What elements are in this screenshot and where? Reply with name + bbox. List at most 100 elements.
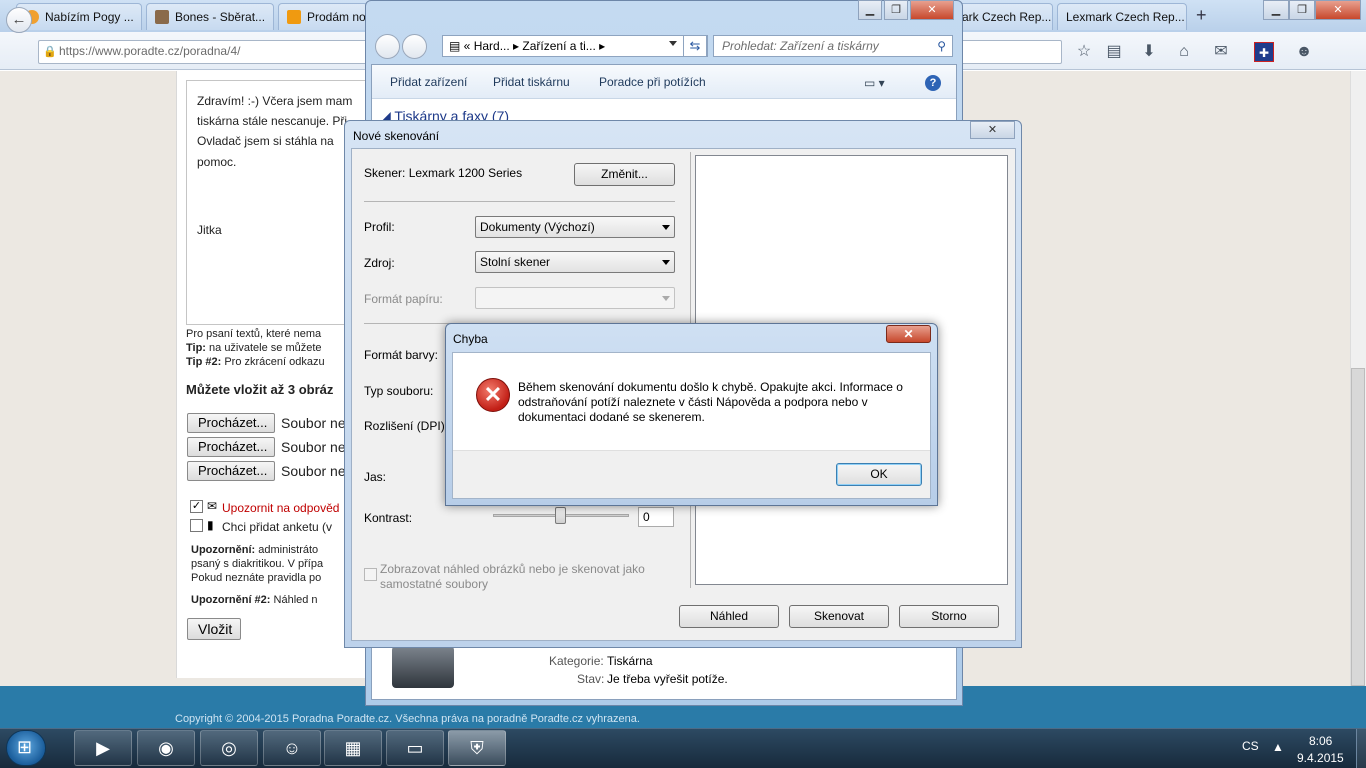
help-icon[interactable]: ? bbox=[925, 75, 941, 91]
scan-button[interactable]: Skenovat bbox=[789, 605, 889, 628]
cancel-button[interactable]: Storno bbox=[899, 605, 999, 628]
tray-expand-icon[interactable]: ▲ bbox=[1272, 740, 1284, 754]
minimize-button[interactable]: ▁ bbox=[1263, 0, 1289, 20]
no-file-label: Soubor ne bbox=[281, 463, 346, 479]
color-format-label: Formát barvy: bbox=[364, 348, 439, 362]
submit-button[interactable]: Vložit bbox=[187, 618, 241, 640]
preview-button[interactable]: Náhled bbox=[679, 605, 779, 628]
contacts-icon[interactable]: ☺ bbox=[263, 730, 321, 766]
uk-flag-icon[interactable]: ✚ bbox=[1254, 42, 1274, 62]
mail-icon[interactable]: ✉ bbox=[1211, 42, 1231, 62]
warning-text: Upozornění: administráto bbox=[191, 544, 319, 556]
add-printer-command[interactable]: Přidat tiskárnu bbox=[493, 75, 570, 89]
troubleshoot-command[interactable]: Poradce při potížích bbox=[599, 75, 706, 89]
clock-date[interactable]: 9.4.2015 bbox=[1297, 751, 1344, 765]
browse-button[interactable]: Procházet... bbox=[187, 413, 275, 433]
start-button[interactable]: ⊞ bbox=[6, 730, 46, 766]
scanner-label: Skener: Lexmark 1200 Series bbox=[364, 166, 523, 180]
error-close-button[interactable]: ✕ bbox=[886, 325, 931, 343]
explorer-minimize-button[interactable]: ▁ bbox=[858, 0, 882, 20]
show-desktop-button[interactable] bbox=[1356, 729, 1366, 768]
error-dialog-title: Chyba bbox=[453, 332, 488, 346]
state-label: Stav: bbox=[577, 672, 605, 686]
chrome-icon[interactable]: ◎ bbox=[200, 730, 258, 766]
scan-dialog-title: Nové skenování bbox=[353, 129, 440, 143]
explorer-search-input[interactable]: Prohledat: Zařízení a tiskárny ⚲ bbox=[713, 35, 953, 57]
footer-copyright: Copyright © 2004-2015 Poradna Poradte.cz… bbox=[175, 713, 640, 725]
envelope-icon: ✉ bbox=[207, 499, 218, 513]
download-icon[interactable]: ⬇ bbox=[1139, 42, 1159, 62]
clock-time[interactable]: 8:06 bbox=[1309, 734, 1332, 748]
explorer-address-bar[interactable]: ▤ « Hard... ▸ Zařízení a ti... ▸ bbox=[442, 35, 708, 57]
profile-select[interactable]: Dokumenty (Výchozí) bbox=[475, 216, 675, 238]
paper-format-select[interactable] bbox=[475, 287, 675, 309]
chevron-down-icon[interactable] bbox=[669, 41, 677, 46]
home-icon[interactable]: ⌂ bbox=[1174, 42, 1194, 62]
file-type-label: Typ souboru: bbox=[364, 384, 434, 398]
preview-files-label: Zobrazovat náhled obrázků nebo je skenov… bbox=[380, 562, 645, 591]
explorer-close-button[interactable]: ✕ bbox=[910, 0, 954, 20]
file-explorer-icon[interactable]: ▭ bbox=[386, 730, 444, 766]
contrast-slider-thumb[interactable] bbox=[555, 507, 566, 524]
source-select[interactable]: Stolní skener bbox=[475, 251, 675, 273]
view-options-icon[interactable]: ▭ ▾ bbox=[864, 76, 885, 90]
ok-button[interactable]: OK bbox=[836, 463, 922, 486]
contrast-value-input[interactable]: 0 bbox=[638, 507, 674, 527]
windows-fax-scan-icon[interactable]: ⛨ bbox=[448, 730, 506, 766]
explorer-forward-button[interactable] bbox=[402, 34, 427, 59]
profile-label: Profil: bbox=[364, 220, 395, 234]
explorer-maximize-button[interactable]: ❐ bbox=[884, 0, 908, 20]
browser-tab[interactable]: Bones - Sběrat... bbox=[146, 3, 274, 30]
close-window-button[interactable]: ✕ bbox=[1315, 0, 1361, 20]
tip2-text: Tip #2: Pro zkrácení odkazu bbox=[186, 356, 325, 368]
warning2-text: Upozornění #2: Náhled n bbox=[191, 594, 318, 606]
site-favicon bbox=[155, 10, 169, 24]
control-panel-icon[interactable]: ▦ bbox=[324, 730, 382, 766]
browser-tab[interactable]: Nabízím Pogy ... bbox=[16, 3, 142, 30]
add-device-command[interactable]: Přidat zařízení bbox=[390, 75, 467, 89]
media-player-icon[interactable]: ▶ bbox=[74, 730, 132, 766]
preview-files-checkbox[interactable] bbox=[364, 568, 377, 581]
contrast-label: Kontrast: bbox=[364, 511, 413, 525]
change-scanner-button[interactable]: Změnit... bbox=[574, 163, 675, 186]
browser-tab[interactable]: Lexmark Czech Rep... bbox=[1057, 3, 1187, 30]
browse-button[interactable]: Procházet... bbox=[187, 461, 275, 481]
hint-text: Pro psaní textů, které nema bbox=[186, 328, 322, 340]
browse-button[interactable]: Procházet... bbox=[187, 437, 275, 457]
brightness-label: Jas: bbox=[364, 470, 387, 484]
search-icon[interactable]: ⚲ bbox=[937, 39, 946, 53]
poll-label: Chci přidat anketu (v bbox=[222, 520, 333, 534]
back-button[interactable]: ← bbox=[6, 7, 32, 33]
refresh-icon[interactable]: ⇆ bbox=[683, 35, 707, 57]
notify-checkbox[interactable]: ✓ bbox=[190, 500, 203, 513]
reading-list-icon[interactable]: ▤ bbox=[1104, 42, 1124, 62]
paper-format-label: Formát papíru: bbox=[364, 292, 443, 306]
signature: Jitka bbox=[197, 223, 222, 237]
separator bbox=[364, 201, 675, 202]
source-label: Zdroj: bbox=[364, 256, 395, 270]
chevron-down-icon bbox=[662, 225, 670, 230]
chevron-down-icon bbox=[662, 296, 670, 301]
printers-group-title[interactable]: ◢ Tiskárny a faxy (7) bbox=[380, 108, 509, 120]
question-line: Ovladač jsem si stáhla na bbox=[197, 134, 334, 148]
browser-tab[interactable]: Prodám no bbox=[278, 3, 368, 30]
resolution-label: Rozlišení (DPI): bbox=[364, 419, 449, 433]
browser-tab[interactable]: ark Czech Rep... bbox=[955, 3, 1053, 30]
question-line: tiskárna stále nescanuje. Při bbox=[197, 114, 348, 128]
question-line: pomoc. bbox=[197, 155, 237, 169]
images-heading: Můžete vložit až 3 obráz bbox=[186, 382, 334, 397]
maximize-button[interactable]: ❐ bbox=[1289, 0, 1315, 20]
printer-icon bbox=[392, 646, 454, 688]
category-value: Tiskárna bbox=[607, 654, 653, 668]
scrollbar-thumb[interactable] bbox=[1351, 368, 1365, 686]
category-label: Kategorie: bbox=[549, 654, 604, 668]
new-tab-button[interactable]: + bbox=[1196, 5, 1207, 26]
bookmark-star-icon[interactable]: ☆ bbox=[1074, 42, 1094, 62]
error-icon: ✕ bbox=[476, 378, 510, 412]
poll-checkbox[interactable] bbox=[190, 519, 203, 532]
firefox-icon[interactable]: ◉ bbox=[137, 730, 195, 766]
language-indicator[interactable]: CS bbox=[1242, 739, 1259, 753]
explorer-back-button[interactable] bbox=[375, 34, 400, 59]
scan-close-button[interactable]: ✕ bbox=[970, 121, 1015, 139]
chat-icon[interactable]: ☻ bbox=[1294, 42, 1314, 62]
